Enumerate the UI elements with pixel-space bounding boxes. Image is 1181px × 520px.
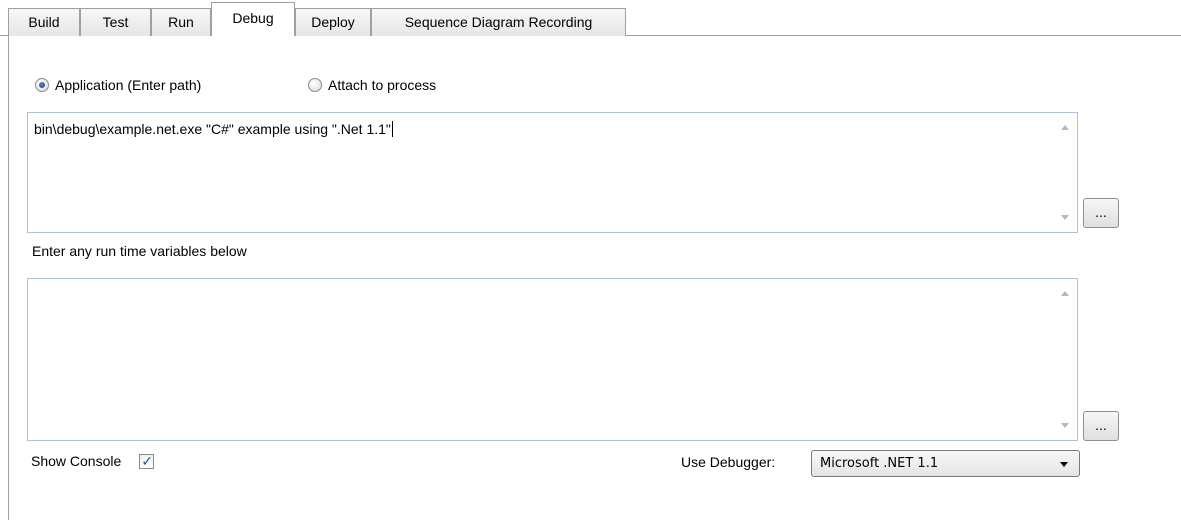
scroll-up-arrow-icon[interactable] [1061,291,1069,296]
panel-left-border [8,36,9,520]
checkmark-icon: ✓ [141,452,154,469]
application-path-text: bin\debug\example.net.exe "C#" example u… [34,121,391,137]
show-console-row: Show Console ✓ [31,452,155,469]
text-caret [391,121,393,137]
show-console-label: Show Console [31,453,122,469]
runtime-variables-input[interactable] [27,278,1078,441]
radio-application-indicator[interactable] [35,78,49,92]
tab-sequence-diagram-recording[interactable]: Sequence Diagram Recording [371,8,626,36]
tab-strip: Build Test Run Debug Deploy Sequence Dia… [0,0,1181,36]
application-path-scrollbar[interactable] [1053,113,1077,232]
show-console-checkbox[interactable]: ✓ [139,452,155,469]
runtime-variables-hint: Enter any run time variables below [32,243,247,259]
chevron-down-icon[interactable] [1060,462,1068,467]
radio-application-label: Application (Enter path) [55,77,202,93]
browse-runtime-variables-button[interactable]: ... [1083,411,1119,441]
tab-test[interactable]: Test [80,8,151,36]
browse-application-button[interactable]: ... [1083,198,1119,228]
scroll-down-arrow-icon[interactable] [1061,215,1069,220]
tab-debug[interactable]: Debug [211,2,295,36]
debugger-select[interactable]: Microsoft .NET 1.1 [811,450,1080,477]
radio-attach-indicator[interactable] [308,78,322,92]
radio-application[interactable]: Application (Enter path) [35,74,201,96]
runtime-variables-scrollbar[interactable] [1053,279,1077,440]
scroll-down-arrow-icon[interactable] [1061,423,1069,428]
scroll-up-arrow-icon[interactable] [1061,125,1069,130]
radio-attach-label: Attach to process [328,77,437,93]
tab-run[interactable]: Run [151,8,211,36]
application-path-input[interactable]: bin\debug\example.net.exe "C#" example u… [27,112,1078,233]
use-debugger-label: Use Debugger: [681,454,776,470]
tab-deploy[interactable]: Deploy [295,8,371,36]
radio-attach-to-process[interactable]: Attach to process [308,74,436,96]
tab-build[interactable]: Build [8,8,80,36]
debugger-select-value: Microsoft .NET 1.1 [820,456,939,471]
debug-settings-panel: Build Test Run Debug Deploy Sequence Dia… [0,0,1181,520]
